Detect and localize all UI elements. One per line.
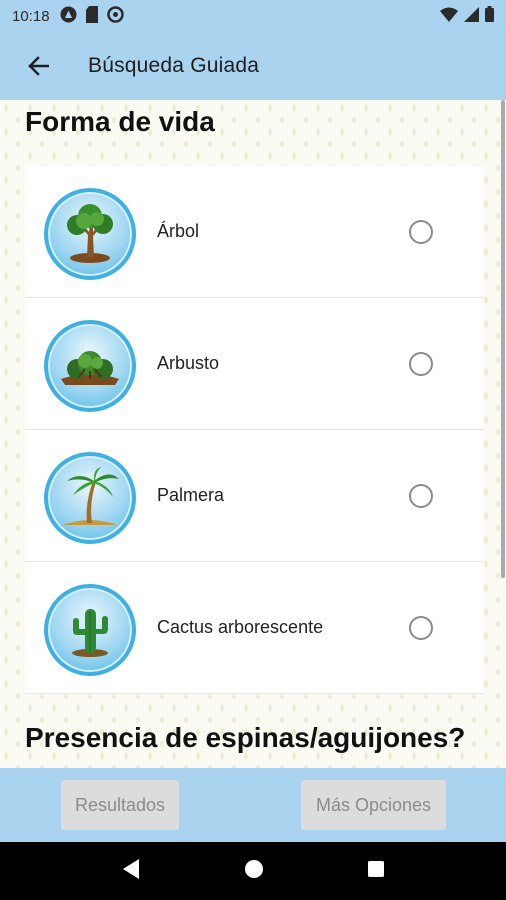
android-auto-icon: [60, 6, 77, 27]
shrub-icon: [44, 320, 136, 412]
radio-palm[interactable]: [409, 483, 433, 508]
signal-icon: [464, 6, 479, 26]
app-bar: Búsqueda Guiada: [0, 32, 506, 100]
section-title-thorns: Presencia de espinas/aguijones?: [25, 722, 466, 753]
nav-back-icon[interactable]: [121, 858, 141, 885]
option-row-shrub[interactable]: Arbusto: [25, 298, 483, 430]
nav-home-icon[interactable]: [244, 859, 264, 884]
back-button[interactable]: [10, 38, 66, 94]
more-options-button[interactable]: Más Opciones: [301, 780, 446, 830]
sd-card-icon: [85, 5, 99, 27]
section-title-life-form: Forma de vida: [25, 106, 215, 137]
status-bar: 10:18: [0, 0, 506, 32]
page-title: Búsqueda Guiada: [88, 54, 260, 77]
radio-cactus[interactable]: [409, 615, 433, 640]
do-not-disturb-icon: [106, 5, 124, 27]
guided-search-content[interactable]: Forma de vida Árbol Arbusto Palmera Cact…: [0, 100, 506, 768]
option-label-shrub: Arbusto: [157, 353, 220, 373]
status-notification-icons: [60, 5, 124, 27]
option-row-cactus[interactable]: Cactus arborescente: [25, 562, 483, 694]
status-system-icons: [440, 6, 494, 26]
option-row-tree[interactable]: Árbol: [25, 166, 483, 298]
nav-recents-icon[interactable]: [367, 860, 385, 883]
palm-tree-icon: [44, 452, 136, 544]
arrow-left-icon: [28, 56, 49, 76]
status-time: 10:18: [12, 7, 50, 25]
option-label-cactus: Cactus arborescente: [157, 617, 324, 637]
option-label-tree: Árbol: [157, 221, 200, 241]
scrollbar[interactable]: [501, 100, 505, 578]
life-form-options: Árbol Arbusto Palmera Cactus arborescent…: [25, 166, 483, 694]
battery-icon: [485, 6, 494, 26]
cactus-icon: [44, 584, 136, 676]
option-row-palm[interactable]: Palmera: [25, 430, 483, 562]
system-navigation-bar: [0, 842, 506, 900]
wifi-icon: [440, 7, 458, 26]
bottom-action-bar: Resultados Más Opciones: [0, 768, 506, 842]
results-button[interactable]: Resultados: [61, 780, 179, 830]
radio-tree[interactable]: [409, 219, 433, 244]
tree-icon: [44, 188, 136, 280]
radio-shrub[interactable]: [409, 351, 433, 376]
option-label-palm: Palmera: [157, 485, 225, 505]
